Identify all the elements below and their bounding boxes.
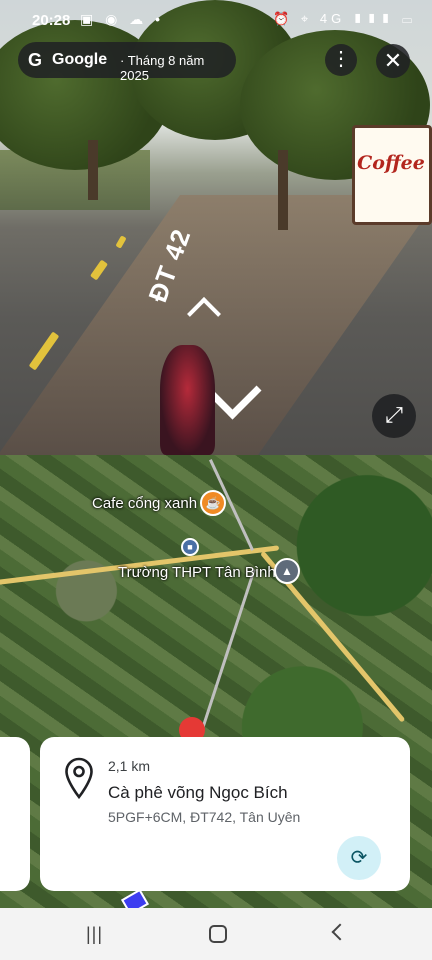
lane-marking bbox=[89, 259, 109, 281]
poi-label-school[interactable]: Trường THPT Tân Bình bbox=[118, 564, 276, 581]
coffee-sign-text: Coffee bbox=[357, 152, 425, 174]
tree-trunk bbox=[278, 150, 288, 230]
more-options-button[interactable]: ⋮ bbox=[325, 44, 357, 76]
map-street bbox=[197, 568, 256, 742]
close-button[interactable]: ✕ bbox=[376, 44, 410, 78]
location-pin-icon bbox=[65, 757, 93, 799]
notification-icons: ▣ ◉ ☁ • bbox=[80, 11, 165, 27]
status-bar: 20:28 ▣ ◉ ☁ • ⏰ ⌖ 4G ▮▮▮ ▭ bbox=[0, 0, 432, 40]
google-g-icon: G bbox=[28, 50, 43, 70]
status-time: 20:28 bbox=[32, 12, 71, 29]
place-name[interactable]: Cà phê võng Ngọc Bích bbox=[108, 783, 288, 803]
recent-apps-button[interactable]: ||| bbox=[86, 924, 103, 945]
previous-place-card[interactable] bbox=[0, 737, 30, 891]
lane-marking bbox=[115, 235, 127, 249]
provider-name: Google bbox=[52, 51, 108, 68]
tree-trunk bbox=[88, 140, 98, 200]
motorbike bbox=[160, 345, 215, 455]
school-icon[interactable]: ▲ bbox=[274, 558, 300, 584]
home-button[interactable] bbox=[209, 925, 227, 943]
expand-icon[interactable]: ⤢ bbox=[372, 394, 416, 438]
poi-label-cafe[interactable]: Cafe cổng xanh bbox=[92, 495, 197, 512]
road-shoulder bbox=[0, 195, 432, 455]
lane-marking bbox=[28, 331, 60, 371]
system-icons: ⏰ ⌖ 4G ▮▮▮ ▭ bbox=[273, 11, 416, 26]
bus-stop-icon[interactable]: ■ bbox=[181, 538, 199, 556]
rotate-icon[interactable]: ⟳ bbox=[337, 836, 381, 880]
coffee-sign bbox=[352, 125, 432, 225]
street-view-info-pill[interactable]: G Google · Tháng 8 năm 2025 bbox=[18, 42, 236, 83]
place-address: 5PGF+6CM, ĐT742, Tân Uyên bbox=[108, 809, 301, 825]
coffee-cup-icon[interactable]: ☕ bbox=[200, 490, 226, 516]
capture-date: · Tháng 8 năm 2025 bbox=[120, 53, 205, 83]
place-distance: 2,1 km bbox=[108, 758, 151, 774]
